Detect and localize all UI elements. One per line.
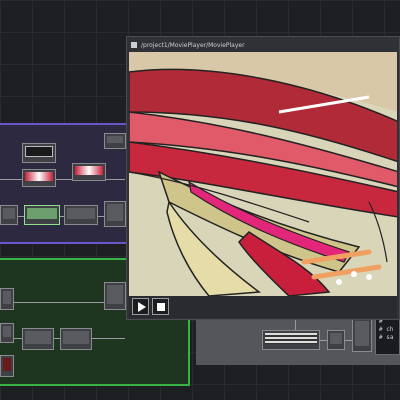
top-node[interactable] bbox=[22, 169, 56, 187]
playback-controls bbox=[129, 296, 397, 318]
viewer-path: /project1/MoviePlayer/MoviePlayer bbox=[141, 41, 245, 49]
top-node[interactable] bbox=[0, 323, 14, 343]
top-node[interactable] bbox=[104, 201, 126, 227]
top-node[interactable] bbox=[262, 330, 320, 350]
top-node[interactable] bbox=[0, 355, 14, 377]
movie-viewer-window[interactable]: /project1/MoviePlayer/MoviePlayer bbox=[126, 36, 400, 320]
wire bbox=[0, 179, 125, 180]
top-node[interactable] bbox=[24, 205, 60, 225]
viewer-titlebar[interactable]: /project1/MoviePlayer/MoviePlayer bbox=[131, 39, 395, 51]
window-icon bbox=[131, 42, 137, 48]
stop-button[interactable] bbox=[152, 298, 169, 315]
top-node[interactable] bbox=[104, 133, 126, 149]
top-node[interactable] bbox=[60, 328, 92, 350]
text-dat[interactable]: # # ch # sa bbox=[375, 315, 400, 355]
top-node[interactable] bbox=[352, 318, 372, 352]
top-node[interactable] bbox=[0, 205, 18, 225]
top-node[interactable] bbox=[72, 163, 106, 181]
stop-icon bbox=[156, 302, 165, 311]
play-icon bbox=[137, 301, 146, 312]
play-button[interactable] bbox=[132, 298, 149, 315]
top-node[interactable] bbox=[22, 143, 56, 163]
dat-line: # ch bbox=[379, 326, 394, 333]
top-node[interactable] bbox=[327, 330, 345, 350]
top-node[interactable] bbox=[104, 282, 126, 310]
top-node[interactable] bbox=[64, 205, 98, 225]
top-node[interactable] bbox=[22, 328, 54, 350]
video-frame bbox=[129, 52, 397, 296]
video-image bbox=[129, 52, 397, 296]
top-node[interactable] bbox=[0, 288, 14, 310]
dat-line: # sa bbox=[379, 334, 394, 341]
